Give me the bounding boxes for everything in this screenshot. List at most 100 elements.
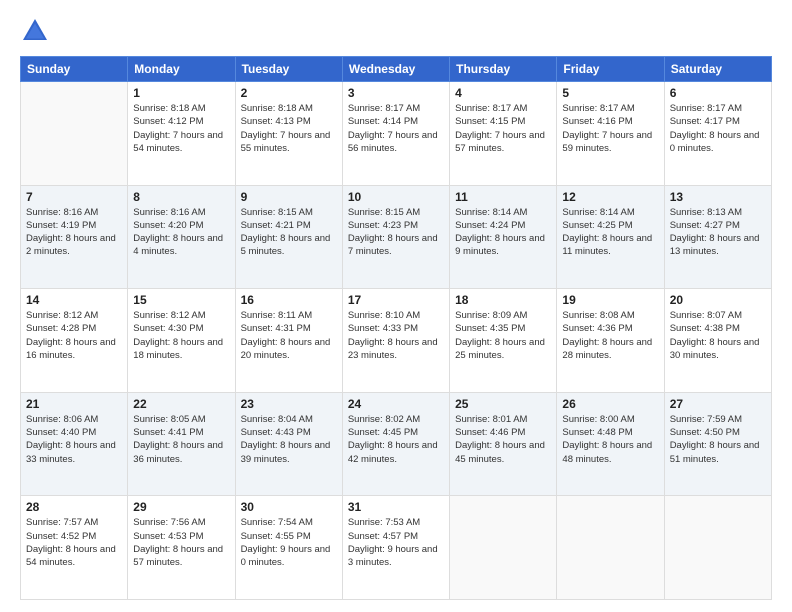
day-info: Sunrise: 8:10 AM Sunset: 4:33 PM Dayligh…	[348, 309, 444, 362]
week-row-3: 14Sunrise: 8:12 AM Sunset: 4:28 PM Dayli…	[21, 289, 772, 393]
calendar-cell-week1-day1	[21, 82, 128, 186]
day-number: 2	[241, 86, 337, 100]
day-number: 21	[26, 397, 122, 411]
day-number: 10	[348, 190, 444, 204]
day-number: 15	[133, 293, 229, 307]
page: SundayMondayTuesdayWednesdayThursdayFrid…	[0, 0, 792, 612]
day-number: 3	[348, 86, 444, 100]
day-number: 30	[241, 500, 337, 514]
calendar-cell-week2-day5: 11 Sunrise: 8:14 AM Sunset: 4:24 PM Dayli…	[450, 185, 557, 289]
weekday-header-row: SundayMondayTuesdayWednesdayThursdayFrid…	[21, 57, 772, 82]
day-info: Sunrise: 8:04 AM Sunset: 4:43 PM Dayligh…	[241, 413, 337, 466]
calendar-cell-week3-day3: 16 Sunrise: 8:11 AM Sunset: 4:31 PM Dayli…	[235, 289, 342, 393]
day-number: 4	[455, 86, 551, 100]
day-info: Sunrise: 8:17 AM Sunset: 4:17 PM Dayligh…	[670, 102, 766, 155]
day-info: Sunrise: 8:12 AM Sunset: 4:30 PM Dayligh…	[133, 309, 229, 362]
calendar-cell-week5-day5	[450, 496, 557, 600]
day-number: 6	[670, 86, 766, 100]
day-info: Sunrise: 8:00 AM Sunset: 4:48 PM Dayligh…	[562, 413, 658, 466]
calendar-cell-week4-day7: 27 Sunrise: 7:59 AM Sunset: 4:50 PM Dayli…	[664, 392, 771, 496]
day-info: Sunrise: 8:06 AM Sunset: 4:40 PM Dayligh…	[26, 413, 122, 466]
calendar-cell-week2-day6: 12Sunrise: 8:14 AM Sunset: 4:25 PM Dayli…	[557, 185, 664, 289]
header	[20, 16, 772, 46]
logo-icon	[20, 16, 50, 46]
calendar-cell-week2-day3: 9 Sunrise: 8:15 AM Sunset: 4:21 PM Daylig…	[235, 185, 342, 289]
calendar-cell-week4-day2: 22 Sunrise: 8:05 AM Sunset: 4:41 PM Dayli…	[128, 392, 235, 496]
day-info: Sunrise: 8:18 AM Sunset: 4:13 PM Dayligh…	[241, 102, 337, 155]
day-info: Sunrise: 8:15 AM Sunset: 4:21 PM Dayligh…	[241, 206, 337, 259]
day-info: Sunrise: 8:09 AM Sunset: 4:35 PM Dayligh…	[455, 309, 551, 362]
day-number: 9	[241, 190, 337, 204]
calendar-cell-week3-day2: 15 Sunrise: 8:12 AM Sunset: 4:30 PM Dayli…	[128, 289, 235, 393]
calendar-cell-week3-day5: 18 Sunrise: 8:09 AM Sunset: 4:35 PM Dayli…	[450, 289, 557, 393]
day-info: Sunrise: 8:15 AM Sunset: 4:23 PM Dayligh…	[348, 206, 444, 259]
day-number: 20	[670, 293, 766, 307]
day-info: Sunrise: 8:11 AM Sunset: 4:31 PM Dayligh…	[241, 309, 337, 362]
day-info: Sunrise: 8:02 AM Sunset: 4:45 PM Dayligh…	[348, 413, 444, 466]
day-number: 31	[348, 500, 444, 514]
day-number: 16	[241, 293, 337, 307]
day-info: Sunrise: 8:14 AM Sunset: 4:24 PM Dayligh…	[455, 206, 551, 259]
day-number: 27	[670, 397, 766, 411]
day-info: Sunrise: 8:16 AM Sunset: 4:19 PM Dayligh…	[26, 206, 122, 259]
day-number: 23	[241, 397, 337, 411]
calendar-cell-week5-day3: 30 Sunrise: 7:54 AM Sunset: 4:55 PM Dayli…	[235, 496, 342, 600]
day-number: 29	[133, 500, 229, 514]
day-info: Sunrise: 7:56 AM Sunset: 4:53 PM Dayligh…	[133, 516, 229, 569]
calendar-cell-week3-day6: 19 Sunrise: 8:08 AM Sunset: 4:36 PM Dayli…	[557, 289, 664, 393]
calendar-cell-week3-day4: 17 Sunrise: 8:10 AM Sunset: 4:33 PM Dayli…	[342, 289, 449, 393]
calendar-cell-week4-day6: 26 Sunrise: 8:00 AM Sunset: 4:48 PM Dayli…	[557, 392, 664, 496]
weekday-header-tuesday: Tuesday	[235, 57, 342, 82]
day-info: Sunrise: 8:16 AM Sunset: 4:20 PM Dayligh…	[133, 206, 229, 259]
day-info: Sunrise: 7:53 AM Sunset: 4:57 PM Dayligh…	[348, 516, 444, 569]
day-info: Sunrise: 8:18 AM Sunset: 4:12 PM Dayligh…	[133, 102, 229, 155]
weekday-header-saturday: Saturday	[664, 57, 771, 82]
day-number: 11	[455, 190, 551, 204]
week-row-4: 21 Sunrise: 8:06 AM Sunset: 4:40 PM Dayli…	[21, 392, 772, 496]
calendar-cell-week2-day7: 13 Sunrise: 8:13 AM Sunset: 4:27 PM Dayli…	[664, 185, 771, 289]
day-number: 28	[26, 500, 122, 514]
day-info: Sunrise: 7:54 AM Sunset: 4:55 PM Dayligh…	[241, 516, 337, 569]
weekday-header-friday: Friday	[557, 57, 664, 82]
calendar-table: SundayMondayTuesdayWednesdayThursdayFrid…	[20, 56, 772, 600]
day-number: 13	[670, 190, 766, 204]
logo	[20, 16, 54, 46]
calendar-cell-week4-day1: 21 Sunrise: 8:06 AM Sunset: 4:40 PM Dayli…	[21, 392, 128, 496]
day-number: 24	[348, 397, 444, 411]
calendar-cell-week2-day1: 7 Sunrise: 8:16 AM Sunset: 4:19 PM Daylig…	[21, 185, 128, 289]
day-number: 5	[562, 86, 658, 100]
day-info: Sunrise: 8:08 AM Sunset: 4:36 PM Dayligh…	[562, 309, 658, 362]
day-info: Sunrise: 7:59 AM Sunset: 4:50 PM Dayligh…	[670, 413, 766, 466]
day-info: Sunrise: 8:17 AM Sunset: 4:15 PM Dayligh…	[455, 102, 551, 155]
weekday-header-wednesday: Wednesday	[342, 57, 449, 82]
calendar-cell-week5-day4: 31 Sunrise: 7:53 AM Sunset: 4:57 PM Dayli…	[342, 496, 449, 600]
day-number: 7	[26, 190, 122, 204]
calendar-cell-week5-day1: 28Sunrise: 7:57 AM Sunset: 4:52 PM Dayli…	[21, 496, 128, 600]
weekday-header-thursday: Thursday	[450, 57, 557, 82]
day-info: Sunrise: 8:12 AM Sunset: 4:28 PM Dayligh…	[26, 309, 122, 362]
weekday-header-monday: Monday	[128, 57, 235, 82]
calendar-cell-week5-day2: 29 Sunrise: 7:56 AM Sunset: 4:53 PM Dayli…	[128, 496, 235, 600]
calendar-cell-week3-day1: 14Sunrise: 8:12 AM Sunset: 4:28 PM Dayli…	[21, 289, 128, 393]
calendar-cell-week1-day6: 5 Sunrise: 8:17 AM Sunset: 4:16 PM Daylig…	[557, 82, 664, 186]
day-info: Sunrise: 8:07 AM Sunset: 4:38 PM Dayligh…	[670, 309, 766, 362]
day-number: 26	[562, 397, 658, 411]
calendar-cell-week1-day2: 1 Sunrise: 8:18 AM Sunset: 4:12 PM Daylig…	[128, 82, 235, 186]
calendar-cell-week1-day3: 2 Sunrise: 8:18 AM Sunset: 4:13 PM Daylig…	[235, 82, 342, 186]
day-info: Sunrise: 8:17 AM Sunset: 4:16 PM Dayligh…	[562, 102, 658, 155]
day-info: Sunrise: 8:01 AM Sunset: 4:46 PM Dayligh…	[455, 413, 551, 466]
day-info: Sunrise: 8:14 AM Sunset: 4:25 PM Dayligh…	[562, 206, 658, 259]
calendar-cell-week4-day4: 24 Sunrise: 8:02 AM Sunset: 4:45 PM Dayli…	[342, 392, 449, 496]
day-number: 17	[348, 293, 444, 307]
day-number: 1	[133, 86, 229, 100]
day-info: Sunrise: 8:13 AM Sunset: 4:27 PM Dayligh…	[670, 206, 766, 259]
calendar-cell-week1-day7: 6 Sunrise: 8:17 AM Sunset: 4:17 PM Daylig…	[664, 82, 771, 186]
day-number: 18	[455, 293, 551, 307]
weekday-header-sunday: Sunday	[21, 57, 128, 82]
day-number: 19	[562, 293, 658, 307]
calendar-cell-week2-day4: 10 Sunrise: 8:15 AM Sunset: 4:23 PM Dayli…	[342, 185, 449, 289]
day-number: 22	[133, 397, 229, 411]
calendar-cell-week1-day5: 4 Sunrise: 8:17 AM Sunset: 4:15 PM Daylig…	[450, 82, 557, 186]
week-row-2: 7 Sunrise: 8:16 AM Sunset: 4:19 PM Daylig…	[21, 185, 772, 289]
day-info: Sunrise: 8:05 AM Sunset: 4:41 PM Dayligh…	[133, 413, 229, 466]
